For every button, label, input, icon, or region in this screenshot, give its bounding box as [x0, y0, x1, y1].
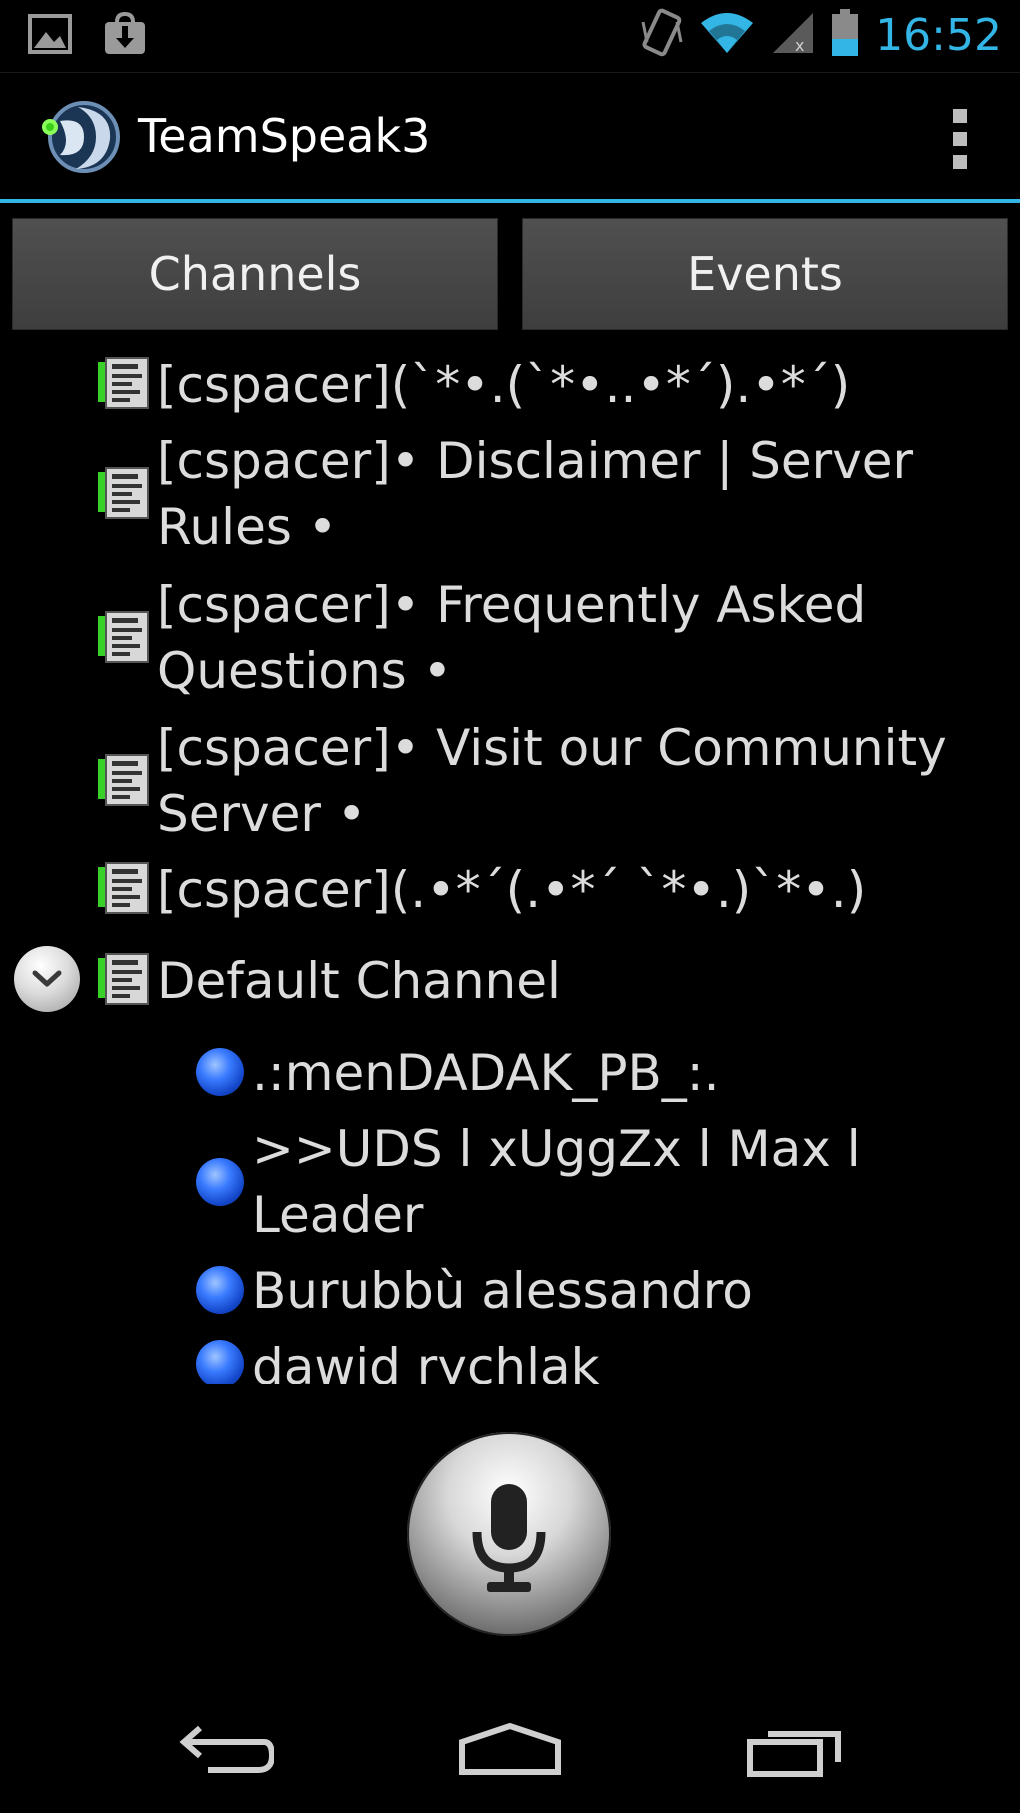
- channel-item[interactable]: [cspacer]• Disclaimer | Server Rules •: [0, 428, 1020, 560]
- channel-name: [cspacer](`*•.(`*•..•*´).•*´): [157, 356, 851, 414]
- user-item[interactable]: Burubbù alessandro: [0, 1258, 1020, 1324]
- recent-apps-icon[interactable]: [746, 1720, 846, 1784]
- gallery-icon: [28, 12, 72, 60]
- teamspeak-logo-icon[interactable]: [38, 97, 122, 181]
- channel-name: [cspacer]• Visit our Community Server •: [157, 719, 947, 843]
- battery-icon: [831, 9, 859, 61]
- action-bar: TeamSpeak3: [0, 73, 1020, 203]
- overflow-menu-icon[interactable]: [940, 109, 980, 169]
- channel-icon: [98, 466, 152, 520]
- download-icon: [102, 11, 148, 60]
- channel-name: [cspacer]• Disclaimer | Server Rules •: [157, 432, 914, 556]
- user-item[interactable]: .:menDADAK_PB_:.: [0, 1040, 1020, 1106]
- user-name: Burubbù alessandro: [252, 1262, 753, 1320]
- user-name: >>UDS l xUggZx l Max l Leader: [252, 1120, 861, 1244]
- channel-icon: [98, 356, 152, 410]
- user-item[interactable]: dawid rychlak: [0, 1334, 1020, 1384]
- channel-icon: [98, 952, 152, 1006]
- tab-channels[interactable]: Channels: [12, 218, 498, 330]
- channel-icon: [98, 753, 152, 807]
- channel-item[interactable]: [cspacer]• Visit our Community Server •: [0, 715, 1020, 847]
- tab-events[interactable]: Events: [522, 218, 1008, 330]
- channel-item[interactable]: [cspacer](`*•.(`*•..•*´).•*´): [0, 352, 1020, 418]
- user-item[interactable]: >>UDS l xUggZx l Max l Leader: [0, 1116, 1020, 1248]
- channel-name: [cspacer](.•*´(.•*´ `*•.)`*•.): [157, 861, 867, 919]
- user-status-icon: [196, 1048, 244, 1096]
- channel-icon: [98, 610, 152, 664]
- channel-item[interactable]: [cspacer](.•*´(.•*´ `*•.)`*•.): [0, 857, 1020, 923]
- app-title: TeamSpeak3: [138, 109, 431, 163]
- back-icon[interactable]: [178, 1720, 276, 1784]
- action-bar-divider: [0, 199, 1020, 203]
- user-status-icon: [196, 1158, 244, 1206]
- vibrate-icon: [639, 8, 683, 62]
- channel-item-default[interactable]: Default Channel: [0, 946, 1020, 1016]
- channel-icon: [98, 861, 152, 915]
- user-status-icon: [196, 1266, 244, 1314]
- user-name: dawid rychlak: [252, 1338, 600, 1384]
- user-name: .:menDADAK_PB_:.: [252, 1044, 720, 1102]
- push-to-talk-button[interactable]: [407, 1432, 611, 1636]
- svg-text:x: x: [795, 36, 804, 55]
- user-status-icon: [196, 1340, 244, 1384]
- microphone-icon: [472, 1484, 546, 1592]
- home-icon[interactable]: [456, 1720, 564, 1784]
- clock: 16:52: [875, 9, 1002, 61]
- status-bar: x 16:52: [0, 0, 1020, 73]
- channel-name: Default Channel: [157, 952, 561, 1010]
- collapse-chevron-icon[interactable]: [14, 946, 80, 1012]
- navigation-bar: [0, 1690, 1020, 1813]
- channel-name: [cspacer]• Frequently Asked Questions •: [157, 576, 867, 700]
- wifi-icon: [699, 11, 755, 59]
- channel-item[interactable]: [cspacer]• Frequently Asked Questions •: [0, 572, 1020, 704]
- signal-icon: x: [771, 11, 815, 59]
